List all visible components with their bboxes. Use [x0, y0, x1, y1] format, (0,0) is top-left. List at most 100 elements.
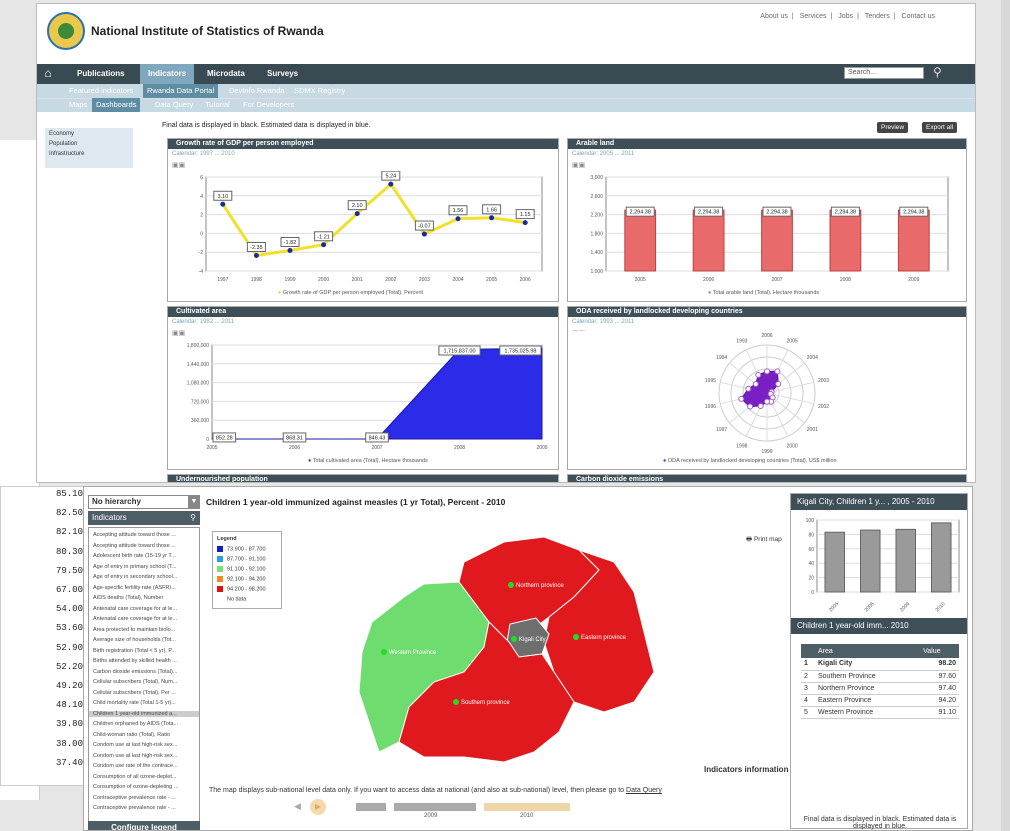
indicator-item[interactable]: Area protected to maintain biolo... [93, 627, 175, 633]
link-services[interactable]: Services [800, 13, 827, 20]
window-scrollbar[interactable] [1001, 0, 1010, 831]
table-row[interactable]: 2 Southern Province 97.60 [801, 670, 959, 683]
indicator-item[interactable]: Births attended by skilled health ... [93, 658, 177, 664]
search-icon[interactable]: ⚲ [190, 511, 196, 525]
tab-developers[interactable]: For Developers [239, 98, 298, 112]
subnav-sdmx[interactable]: SDMX Registry [290, 84, 349, 98]
indicator-item[interactable]: Age of entry in primary school (T... [93, 564, 176, 570]
subnav-featured[interactable]: Featured indicators [65, 84, 137, 98]
indicator-item[interactable]: Child mortality rate (Total 1-5 yr)... [93, 700, 176, 706]
timeline: ◀ ▶ 2009 2010 [294, 799, 570, 819]
menu-economy[interactable]: Economy [49, 131, 74, 137]
link-jobs[interactable]: Jobs [838, 13, 853, 20]
indicator-item[interactable]: Contraceptive prevalence rate - ... [93, 805, 176, 811]
indicator-item[interactable]: Carbon dioxide emissions (Total)... [93, 669, 177, 675]
indicator-item[interactable]: Contraceptive prevalence rate - ... [93, 795, 176, 801]
print-icon[interactable]: ▣▣ [172, 161, 185, 169]
indicator-item[interactable]: Accepting attitude toward those ... [93, 532, 176, 538]
play-button[interactable]: ▶ [310, 799, 326, 815]
indicator-item[interactable]: Condom use at last high-risk sex... [93, 753, 177, 759]
x-tick-label: 2007 [371, 445, 382, 451]
data-label: 2,294.38 [766, 210, 787, 216]
data-point [220, 201, 226, 207]
indicator-item[interactable]: Age of entry in secondary school... [93, 574, 177, 580]
data-label: -0.07 [418, 224, 431, 230]
map-title: Children 1 year-old immunized against me… [206, 497, 506, 507]
calendar-range[interactable]: Calendar: 1982 ... 2011 [172, 319, 234, 325]
chevron-down-icon[interactable]: ▼ [188, 495, 200, 509]
export-button[interactable]: Export all [922, 122, 958, 133]
preview-button[interactable]: Preview [877, 122, 909, 133]
panel-gdp: Growth rate of GDP per person employed C… [167, 138, 559, 302]
print-icon[interactable]: ▣▣ [172, 329, 185, 337]
print-map-button[interactable]: 🖶 Print map [746, 535, 782, 546]
table-row[interactable]: 1 Kigali City 98.20 [801, 658, 959, 671]
menu-population[interactable]: Population [49, 141, 77, 147]
y-tick-label: 0 [811, 590, 814, 596]
tab-tutorial[interactable]: Tutorial [201, 98, 234, 112]
print-icon[interactable]: ▣▣ [572, 161, 585, 169]
indicator-list[interactable]: Accepting attitude toward those ... Accep… [88, 527, 200, 823]
background-value: 37.40 [55, 757, 83, 768]
axis-label: 1998 [736, 443, 747, 449]
y-tick-label: 1,080,000 [187, 381, 209, 387]
tab-data-query[interactable]: Data Query [151, 98, 197, 112]
table-row[interactable]: 5 Western Province 91.10 [801, 706, 959, 719]
axis-label: 1999 [761, 449, 772, 455]
indicator-item[interactable]: Condom use at last high-risk sex... [93, 742, 177, 748]
indicator-item[interactable]: Consumption of all ozone-deplet... [93, 774, 176, 780]
indicator-item[interactable]: Antenatal care coverage for at le... [93, 606, 177, 612]
y-tick-label: 4 [200, 194, 203, 200]
calendar-range[interactable]: Calendar: 1997 ... 2010 [172, 151, 235, 157]
link-contact[interactable]: Contact us [902, 13, 935, 20]
link-about[interactable]: About us [760, 13, 788, 20]
calendar-range[interactable]: Calendar: 2005 ... 2011 [572, 151, 634, 157]
data-point [388, 181, 394, 187]
search-icon[interactable]: ⚲ [933, 65, 942, 79]
y-tick-label: 1,000 [590, 269, 603, 275]
configure-legend-button[interactable]: Configure legend [88, 821, 200, 830]
x-tick-label: 2005 [486, 277, 497, 283]
tab-dashboards[interactable]: Dashboards [92, 98, 141, 112]
indicator-item[interactable]: Birth registration (Total < 5 yr), P... [93, 648, 176, 654]
indicator-item[interactable]: Cellular subscribers (Total), Per ... [93, 690, 176, 696]
prev-icon[interactable]: ◀ [294, 801, 301, 812]
nav-indicators[interactable]: Indicators [140, 64, 195, 84]
calendar-range[interactable]: Calendar: 1993 ... 2011 [572, 319, 634, 325]
indicator-item[interactable]: Age-specific fertility rate (ASFR)... [93, 585, 176, 591]
nav-publications[interactable]: Publications [69, 64, 133, 84]
timeline-step[interactable] [356, 803, 386, 811]
indicator-item[interactable]: Adolescent birth rate (15-19 yr T... [93, 553, 176, 559]
indicator-item[interactable]: Condom use rate of the contrace... [93, 763, 178, 769]
indicator-item[interactable]: Average size of households (Tot... [93, 637, 176, 643]
indicator-item[interactable]: Accepting attitude toward those ... [93, 543, 176, 549]
indicator-item[interactable]: Children 1 year-old immunized a... [89, 710, 199, 717]
home-icon[interactable]: ⌂ [41, 66, 55, 80]
timeline-step-active[interactable] [484, 803, 570, 811]
subnav-devinfo[interactable]: DevInfo Rwanda [225, 84, 288, 98]
tab-maps[interactable]: Maps [65, 98, 91, 112]
indicator-item[interactable]: Children orphaned by AIDS (Tota... [93, 721, 178, 727]
link-tenders[interactable]: Tenders [865, 13, 890, 20]
data-status-note: Final data is displayed in black. Estima… [162, 122, 371, 129]
data-query-link[interactable]: Data Query [626, 787, 662, 794]
data-label: 1.56 [453, 208, 464, 214]
background-value: 82.10 [55, 527, 83, 538]
subnav-data-portal[interactable]: Rwanda Data Portal [143, 84, 219, 98]
menu-infrastructure[interactable]: Infrastructure [49, 151, 84, 157]
rwanda-map[interactable]: Northern province Eastern province Kigal… [314, 522, 694, 767]
search-input[interactable]: Search... [844, 67, 924, 79]
indicator-item[interactable]: Antenatal care coverage for at le... [93, 616, 177, 622]
indicator-item[interactable]: Consumption of ozone-depleting ... [93, 784, 178, 790]
data-label: 2,294.38 [835, 210, 856, 216]
nav-surveys[interactable]: Surveys [259, 64, 306, 84]
table-row[interactable]: 4 Eastern Province 94.20 [801, 694, 959, 707]
cell-area: Eastern Province [815, 694, 921, 707]
hierarchy-select[interactable]: No hierarchy [88, 495, 200, 509]
nav-microdata[interactable]: Microdata [199, 64, 253, 84]
timeline-step[interactable] [394, 803, 476, 811]
table-row[interactable]: 3 Northern Province 97.40 [801, 682, 959, 695]
indicator-item[interactable]: AIDS deaths (Total), Number [93, 595, 163, 601]
indicator-item[interactable]: Cellular subscribers (Total), Num... [93, 679, 177, 685]
indicator-item[interactable]: Child-woman ratio (Total), Ratio [93, 732, 170, 738]
